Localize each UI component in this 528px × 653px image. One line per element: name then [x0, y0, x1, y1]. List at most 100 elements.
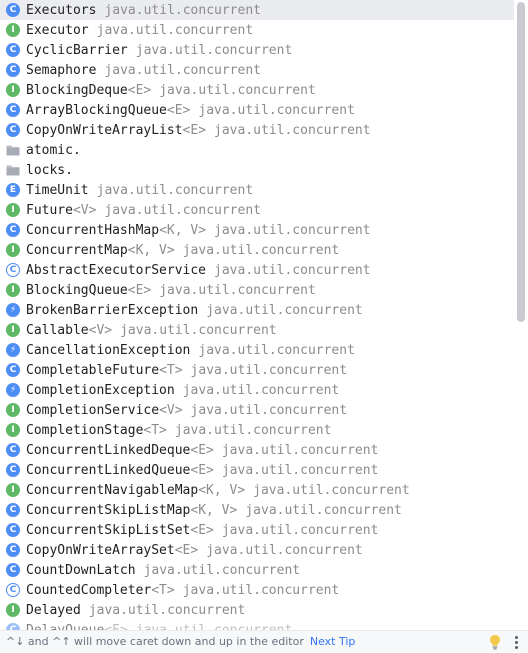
completion-item[interactable]: C ConcurrentLinkedQueue <E> java.util.concu… [0, 460, 514, 480]
item-package: java.util.concurrent [206, 542, 363, 558]
item-package: java.util.concurrent [221, 522, 379, 538]
completion-item[interactable]: I CompletionStage <T> java.util.concurrent [0, 420, 514, 440]
item-package: java.util.concurrent [245, 502, 402, 518]
item-name: Semaphore [26, 62, 97, 78]
item-name: CopyOnWriteArraySet [26, 542, 175, 558]
item-generic: <T> [143, 422, 167, 438]
more-vertical-icon[interactable] [512, 634, 520, 650]
item-package: java.util.concurrent [253, 482, 410, 498]
class-icon: C [6, 43, 20, 57]
completion-item[interactable]: ⚡ CancellationException java.util.concurre… [0, 340, 514, 360]
completion-item[interactable]: C CopyOnWriteArraySet <E> java.util.concurr… [0, 540, 514, 560]
item-name: CompletionException [26, 382, 175, 398]
folder-package-icon [6, 143, 20, 157]
item-generic: <E> [190, 462, 214, 478]
completion-item[interactable]: C CountedCompleter <T> java.util.concurrent [0, 580, 514, 600]
completion-item[interactable]: C ConcurrentLinkedDeque <E> java.util.concu… [0, 440, 514, 460]
class-icon: C [6, 3, 20, 17]
item-name: ConcurrentLinkedDeque [26, 442, 191, 458]
item-name: CompletableFuture [26, 362, 160, 378]
item-name: ConcurrentSkipListSet [26, 522, 191, 538]
item-generic: <K, V> [127, 242, 175, 258]
item-package: java.util.concurrent [214, 122, 371, 138]
completion-item[interactable]: C CompletableFuture <T> java.util.concurren… [0, 360, 514, 380]
item-generic: <E> [182, 122, 207, 138]
interface-icon: I [6, 423, 20, 437]
item-generic: <V> [159, 402, 183, 418]
item-package: java.util.concurrent [182, 242, 340, 258]
completion-item[interactable]: C CyclicBarrier java.util.concurrent [0, 40, 514, 60]
item-name: ConcurrentSkipListMap [26, 502, 191, 518]
completion-item[interactable]: C CountDownLatch java.util.concurrent [0, 560, 514, 580]
folder-package-icon [6, 163, 20, 177]
completion-item[interactable]: ⚡ CompletionException java.util.concurrent [0, 380, 514, 400]
item-name: BrokenBarrierException [26, 302, 199, 318]
completion-item[interactable]: C ArrayBlockingQueue <E> java.util.concurre… [0, 100, 514, 120]
lightbulb-icon[interactable] [488, 634, 502, 650]
item-generic: <E> [190, 442, 214, 458]
completion-item[interactable]: I BlockingQueue <E> java.util.concurrent [0, 280, 514, 300]
item-name: CountedCompleter [26, 582, 152, 598]
interface-icon: I [6, 283, 20, 297]
item-package: java.util.concurrent [190, 362, 348, 378]
footer-tip-text: ^↓ and ^↑ will move caret down and up in… [6, 635, 304, 648]
exception-icon: ⚡ [6, 383, 20, 397]
completion-item[interactable]: C Semaphore java.util.concurrent [0, 60, 514, 80]
item-name: CyclicBarrier [26, 42, 128, 58]
completion-item[interactable]: I Delayed java.util.concurrent [0, 600, 514, 620]
completion-item[interactable]: I ConcurrentNavigableMap <K, V> java.util.c… [0, 480, 514, 500]
item-name: Future [26, 202, 73, 218]
completion-item[interactable]: I Callable <V> java.util.concurrent [0, 320, 514, 340]
item-package: java.util.concurrent [96, 22, 254, 38]
item-generic: <V> [88, 322, 113, 338]
completion-item[interactable]: E TimeUnit java.util.concurrent [0, 180, 514, 200]
interface-icon: I [6, 603, 20, 617]
completion-item[interactable]: C Executors java.util.concurrent [0, 0, 514, 20]
completion-item[interactable]: I Executor java.util.concurrent [0, 20, 514, 40]
exception-icon: ⚡ [6, 303, 20, 317]
completion-item[interactable]: C ConcurrentSkipListMap <K, V> java.util.co… [0, 500, 514, 520]
interface-icon: I [6, 83, 20, 97]
scrollbar-thumb[interactable] [517, 2, 525, 322]
interface-icon: I [6, 23, 20, 37]
enum-icon: E [6, 183, 20, 197]
interface-icon: I [6, 483, 20, 497]
item-package: java.util.concurrent [104, 2, 261, 18]
class-icon: C [6, 563, 20, 577]
item-name: locks. [26, 162, 73, 178]
class-icon: C [6, 543, 20, 557]
next-tip-link[interactable]: Next Tip [310, 635, 356, 648]
completion-item[interactable]: locks. [0, 160, 514, 180]
item-generic: <K, V> [198, 482, 246, 498]
item-package: java.util.concurrent [182, 582, 340, 598]
completion-item[interactable]: C ConcurrentHashMap <K, V> java.util.concur… [0, 220, 514, 240]
item-name: Executors [26, 2, 97, 18]
class-icon: C [6, 503, 20, 517]
abstract-icon: C [6, 583, 20, 597]
completion-popup: C Executors java.util.concurrent I Executor j… [0, 0, 528, 652]
item-generic: <T> [159, 362, 183, 378]
item-package: java.util.concurrent [214, 262, 371, 278]
interface-icon: I [6, 243, 20, 257]
item-generic: <E> [190, 522, 214, 538]
item-package: java.util.concurrent [88, 602, 246, 618]
completion-item[interactable]: C DelayQueue <E> java.util.concurrent [0, 620, 514, 630]
completion-item[interactable]: I ConcurrentMap <K, V> java.util.concurrent [0, 240, 514, 260]
item-generic: <E> [166, 102, 191, 118]
item-generic: <K, V> [190, 502, 238, 518]
item-package: java.util.concurrent [190, 402, 348, 418]
item-package: java.util.concurrent [104, 202, 261, 218]
completion-item[interactable]: atomic. [0, 140, 514, 160]
item-generic: <E> [174, 542, 199, 558]
completion-item[interactable]: C ConcurrentSkipListSet <E> java.util.concu… [0, 520, 514, 540]
class-icon: C [6, 103, 20, 117]
item-name: DelayQueue [26, 622, 105, 631]
completion-item[interactable]: ⚡ BrokenBarrierException java.util.concurr… [0, 300, 514, 320]
completion-item[interactable]: C AbstractExecutorService java.util.concur… [0, 260, 514, 280]
item-name: TimeUnit [26, 182, 89, 198]
completion-item[interactable]: I Future <V> java.util.concurrent [0, 200, 514, 220]
completion-item[interactable]: I CompletionService <V> java.util.concurren… [0, 400, 514, 420]
completion-item[interactable]: C CopyOnWriteArrayList <E> java.util.concur… [0, 120, 514, 140]
completion-list: C Executors java.util.concurrent I Executor j… [0, 0, 514, 630]
completion-item[interactable]: I BlockingDeque <E> java.util.concurrent [0, 80, 514, 100]
